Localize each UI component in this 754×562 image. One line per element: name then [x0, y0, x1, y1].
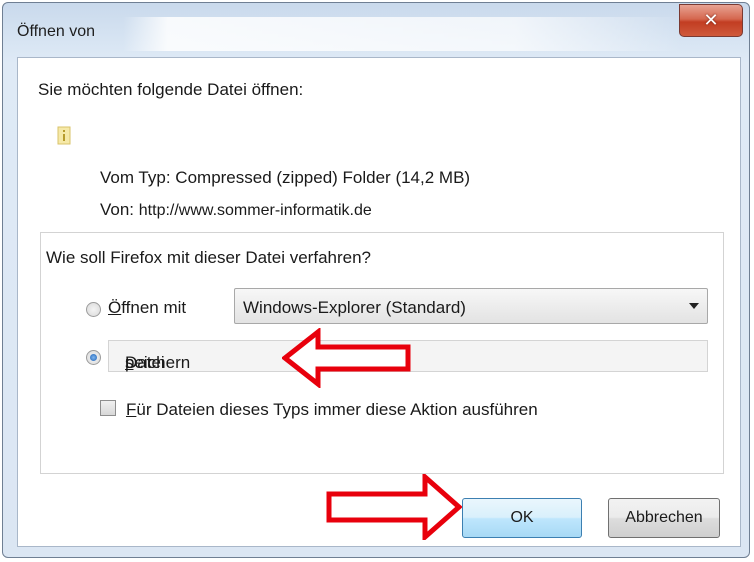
close-icon: ✕ [703, 10, 719, 31]
open-question: Sie möchten folgende Datei öffnen: [38, 80, 304, 99]
file-type-value: Compressed (zipped) Folder (14,2 MB) [175, 168, 471, 187]
ok-button[interactable]: OK [462, 498, 582, 538]
always-do-mnemonic: F [126, 400, 137, 419]
close-button[interactable]: ✕ [679, 4, 743, 37]
open-with-app-select[interactable]: Windows-Explorer (Standard) [234, 288, 708, 324]
file-type-label: Vom Typ: [100, 168, 171, 187]
dialog-content: Sie möchten folgende Datei öffnen: Vom T… [17, 57, 741, 547]
title-bar[interactable]: Öffnen von ✕ [3, 3, 749, 61]
window-title: Öffnen von [17, 23, 95, 40]
open-with-text: ffnen mit [121, 298, 187, 317]
always-do-checkbox[interactable] [100, 400, 116, 416]
file-source-label: Von: [100, 200, 135, 219]
open-with-label[interactable]: Öffnen mit [108, 298, 186, 318]
always-do-text: ür Dateien dieses Typs immer diese Aktio… [136, 400, 538, 419]
highlight-arrow-save [282, 328, 411, 388]
save-file-radio[interactable] [86, 350, 101, 365]
cancel-button[interactable]: Abbrechen [608, 498, 720, 538]
chevron-down-icon [689, 303, 699, 309]
file-icon [57, 126, 71, 145]
always-do-label[interactable]: Für Dateien dieses Typs immer diese Akti… [126, 400, 538, 420]
action-group-title: Wie soll Firefox mit dieser Datei verfah… [46, 248, 372, 267]
open-with-radio[interactable] [86, 302, 101, 317]
file-source-url: http://www.sommer-informatik.de [138, 202, 372, 219]
title-blur [123, 17, 683, 51]
open-with-app-value: Windows-Explorer (Standard) [243, 298, 466, 317]
highlight-arrow-ok [326, 474, 462, 540]
open-with-mnemonic: Ö [108, 298, 122, 317]
save-file-text-rest: peichern [125, 353, 191, 372]
dialog-window: Öffnen von ✕ Sie möchten folgende Datei … [2, 2, 750, 558]
file-type-line: Vom Typ: Compressed (zipped) Folder (14,… [100, 168, 470, 188]
file-source-line: Von: http://www.sommer-informatik.de [100, 200, 372, 220]
